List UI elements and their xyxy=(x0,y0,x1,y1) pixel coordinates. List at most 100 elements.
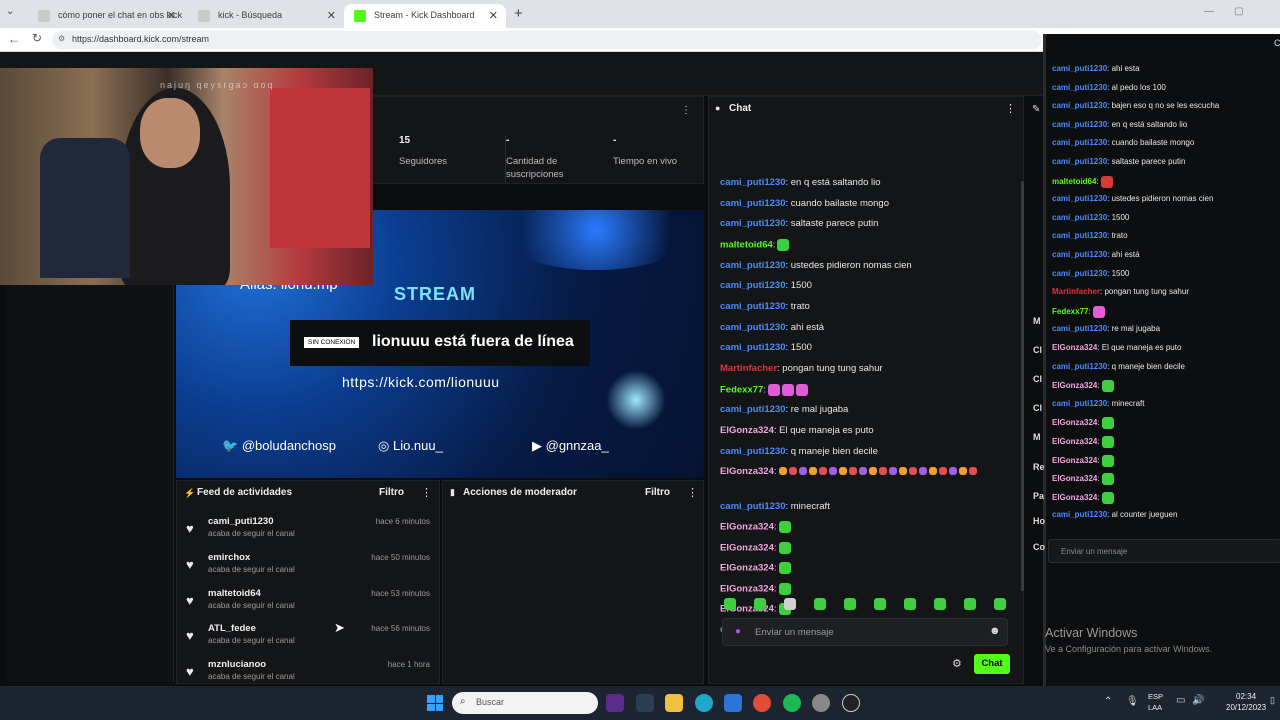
mail-icon[interactable] xyxy=(724,694,742,712)
close-icon[interactable]: ✕ xyxy=(167,9,176,22)
taskbar-search[interactable]: ⌕ Buscar xyxy=(452,692,598,714)
popout-close-icon[interactable]: C xyxy=(1274,38,1280,48)
chat-username[interactable]: maltetoid64 xyxy=(720,240,773,251)
chat-username[interactable]: cami_puti1230 xyxy=(720,446,785,457)
chat-username[interactable]: cami_puti1230 xyxy=(720,322,785,333)
network-icon[interactable]: ▭ xyxy=(1176,695,1185,706)
chat-username[interactable]: cami_puti1230 xyxy=(720,301,785,312)
panel-menu-icon[interactable]: ⋮ xyxy=(1005,102,1016,115)
chat-username[interactable]: Martinfacher xyxy=(720,363,777,374)
chat-username[interactable]: cami_puti1230 xyxy=(720,404,785,415)
chat-username[interactable]: cami_puti1230 xyxy=(720,280,785,291)
chat-username[interactable]: ElGonza324 xyxy=(1052,419,1097,428)
tab-list-button[interactable]: ⌄ xyxy=(6,6,22,22)
new-tab-button[interactable]: + xyxy=(514,5,523,22)
close-icon[interactable]: ✕ xyxy=(327,9,336,22)
chat-username[interactable]: cami_puti1230 xyxy=(1052,362,1107,371)
activity-filter-button[interactable]: Filtro xyxy=(379,487,404,498)
back-icon[interactable]: ← xyxy=(8,32,20,46)
feed-username[interactable]: mznlucianoo xyxy=(208,659,266,670)
chat-username[interactable]: cami_puti1230 xyxy=(720,260,785,271)
feed-username[interactable]: emirchox xyxy=(208,552,250,563)
chat-username[interactable]: ElGonza324 xyxy=(1052,381,1097,390)
reload-icon[interactable]: ↻ xyxy=(32,31,42,45)
notification-icon[interactable]: ▯ xyxy=(1270,695,1275,706)
feed-username[interactable]: cami_puti1230 xyxy=(208,516,273,527)
chat-username[interactable]: ElGonza324 xyxy=(720,543,774,554)
chat-username[interactable]: cami_puti1230 xyxy=(1052,64,1107,73)
volume-icon[interactable]: 🔊 xyxy=(1192,695,1204,706)
chat-username[interactable]: maltetoid64 xyxy=(1052,177,1096,186)
chat-username[interactable]: cami_puti1230 xyxy=(720,198,785,209)
chat-username[interactable]: Fedexx77 xyxy=(720,385,763,396)
chat-username[interactable]: cami_puti1230 xyxy=(1052,138,1107,147)
chat-username[interactable]: cami_puti1230 xyxy=(1052,101,1107,110)
chat-username[interactable]: ElGonza324 xyxy=(720,425,774,436)
chat-username[interactable]: cami_puti1230 xyxy=(1052,157,1107,166)
emote-icon[interactable] xyxy=(754,598,766,610)
vs-icon[interactable] xyxy=(606,694,624,712)
chat-username[interactable]: cami_puti1230 xyxy=(1052,269,1107,278)
chat-username[interactable]: cami_puti1230 xyxy=(1052,83,1107,92)
chrome-alt-icon[interactable] xyxy=(812,694,830,712)
chat-username[interactable]: ElGonza324 xyxy=(720,563,774,574)
browser-tab-1[interactable]: cómo poner el chat en obs kick - B ✕ xyxy=(28,4,184,28)
chat-username[interactable]: cami_puti1230 xyxy=(720,501,785,512)
emote-icon[interactable] xyxy=(784,598,796,610)
chat-username[interactable]: cami_puti1230 xyxy=(1052,120,1107,129)
popout-input[interactable]: Enviar un mensaje xyxy=(1048,539,1280,563)
chat-username[interactable]: Fedexx77 xyxy=(1052,307,1088,316)
emote-icon[interactable] xyxy=(844,598,856,610)
emote-icon[interactable] xyxy=(874,598,886,610)
site-info-icon[interactable]: ⚙ xyxy=(58,34,65,43)
mic-tray-icon[interactable]: 🎙 xyxy=(1126,696,1139,707)
browser-tab-2[interactable]: kick - Búsqueda ✕ xyxy=(188,4,344,28)
chat-settings-icon[interactable]: ⚙ xyxy=(952,657,962,670)
chat-username[interactable]: Martinfacher xyxy=(1052,287,1100,296)
chat-username[interactable]: ElGonza324 xyxy=(720,466,774,477)
clock-time[interactable]: 02:34 xyxy=(1236,692,1256,701)
browser-tab-3[interactable]: Stream - Kick Dashboard ✕ xyxy=(344,4,506,28)
chat-username[interactable]: cami_puti1230 xyxy=(1052,510,1107,519)
channel-link[interactable]: https://kick.com/lionuuu xyxy=(342,374,500,390)
emote-icon[interactable] xyxy=(904,598,916,610)
chat-username[interactable]: cami_puti1230 xyxy=(1052,231,1107,240)
chat-username[interactable]: cami_puti1230 xyxy=(1052,213,1107,222)
emote-icon[interactable] xyxy=(814,598,826,610)
emote-icon[interactable] xyxy=(934,598,946,610)
mic-icon[interactable]: ● xyxy=(735,626,741,637)
chrome-icon[interactable] xyxy=(753,694,771,712)
chat-scrollbar[interactable] xyxy=(1021,181,1024,591)
chat-username[interactable]: ElGonza324 xyxy=(720,584,774,595)
chat-username[interactable]: ElGonza324 xyxy=(1052,456,1097,465)
chat-username[interactable]: ElGonza324 xyxy=(720,522,774,533)
folder-icon[interactable] xyxy=(665,694,683,712)
obs-icon[interactable] xyxy=(842,694,860,712)
chat-username[interactable]: cami_puti1230 xyxy=(1052,194,1107,203)
chat-username[interactable]: cami_puti1230 xyxy=(1052,250,1107,259)
emote-icon[interactable] xyxy=(964,598,976,610)
popout-scrollbar[interactable] xyxy=(1044,34,1046,686)
chat-username[interactable]: cami_puti1230 xyxy=(1052,324,1107,333)
chat-username[interactable]: ElGonza324 xyxy=(1052,474,1097,483)
chat-username[interactable]: cami_puti1230 xyxy=(720,342,785,353)
maximize-icon[interactable]: ▢ xyxy=(1234,6,1243,17)
emote-icon[interactable] xyxy=(724,598,736,610)
chat-username[interactable]: ElGonza324 xyxy=(1052,437,1097,446)
language-indicator[interactable]: ESP xyxy=(1148,692,1163,701)
url-input[interactable]: ⚙ https://dashboard.kick.com/stream xyxy=(52,31,1042,49)
windows-start-icon[interactable] xyxy=(427,695,443,711)
tray-chevron-icon[interactable]: ⌃ xyxy=(1104,696,1112,707)
close-icon[interactable]: ✕ xyxy=(489,9,498,22)
feed-username[interactable]: ATL_fedee xyxy=(208,623,256,634)
minimize-icon[interactable]: — xyxy=(1204,6,1214,17)
mod-filter-button[interactable]: Filtro xyxy=(645,487,670,498)
panel-menu-icon[interactable]: ⋮ xyxy=(421,486,432,499)
panel-menu-icon[interactable]: ⋮ xyxy=(681,105,691,116)
chat-username[interactable]: cami_puti1230 xyxy=(720,218,785,229)
send-chat-button[interactable]: Chat xyxy=(974,654,1010,674)
chat-input[interactable]: ● Enviar un mensaje ☻ xyxy=(722,618,1008,646)
chat-username[interactable]: cami_puti1230 xyxy=(1052,399,1107,408)
pencil-icon[interactable]: ✎ xyxy=(1032,104,1040,115)
clock-date[interactable]: 20/12/2023 xyxy=(1226,703,1266,712)
